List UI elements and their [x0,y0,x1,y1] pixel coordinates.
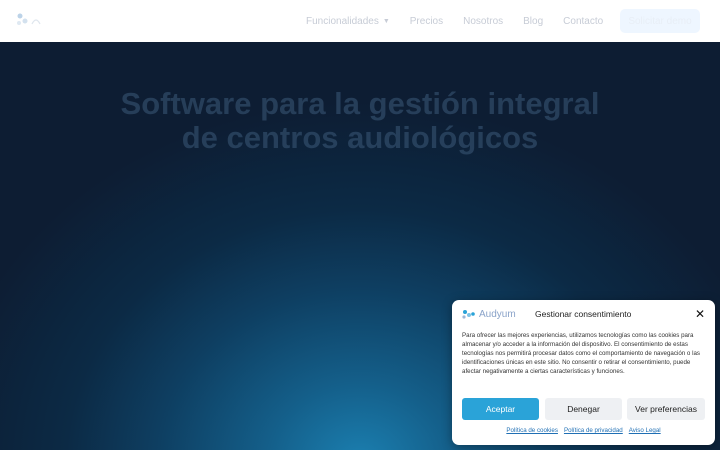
view-preferences-button[interactable]: Ver preferencias [627,398,705,420]
hero-title-line: de centros audiológicos [181,120,539,155]
nav-item-label: Funcionalidades [306,15,379,27]
cookie-dialog-links: Política de cookies Política de privacid… [452,427,715,434]
accept-button[interactable]: Aceptar [462,398,539,420]
main-nav: Funcionalidades ▼ Precios Nosotros Blog … [306,0,667,42]
nav-item-nosotros[interactable]: Nosotros [463,16,503,27]
audyum-logo-icon[interactable] [14,10,48,30]
audyum-logo-icon [462,310,475,319]
nav-item-label: Blog [523,15,544,27]
nav-item-label: Precios [409,15,444,27]
legal-notice-link[interactable]: Aviso Legal [629,427,661,434]
cookie-policy-link[interactable]: Política de cookies [506,427,558,434]
cookie-consent-dialog: Audyum Gestionar consentimiento ✕ Para o… [452,300,715,445]
nav-item-label: Nosotros [463,15,504,27]
nav-item-contacto[interactable]: Contacto [563,16,603,27]
hero-title: Software para la gestión integral de cen… [0,87,720,155]
request-demo-button[interactable]: Solicitar demo [620,9,700,33]
nav-item-funcionalidades[interactable]: Funcionalidades ▼ [306,16,390,27]
deny-button[interactable]: Denegar [545,398,622,420]
site-header: Funcionalidades ▼ Precios Nosotros Blog … [0,0,720,42]
cookie-dialog-logo: Audyum [461,306,516,322]
close-icon[interactable]: ✕ [694,308,706,320]
nav-item-precios[interactable]: Precios [410,16,443,27]
privacy-policy-link[interactable]: Política de privacidad [564,427,623,434]
hero-title-line: Software para la gestión integral [120,86,600,121]
nav-item-blog[interactable]: Blog [523,16,543,27]
logo-wordmark: Audyum [479,308,516,320]
cookie-dialog-title: Gestionar consentimiento [535,309,632,319]
nav-item-label: Contacto [563,15,604,27]
cookie-dialog-body: Para ofrecer las mejores experiencias, u… [462,332,701,375]
chevron-down-icon: ▼ [382,17,390,25]
